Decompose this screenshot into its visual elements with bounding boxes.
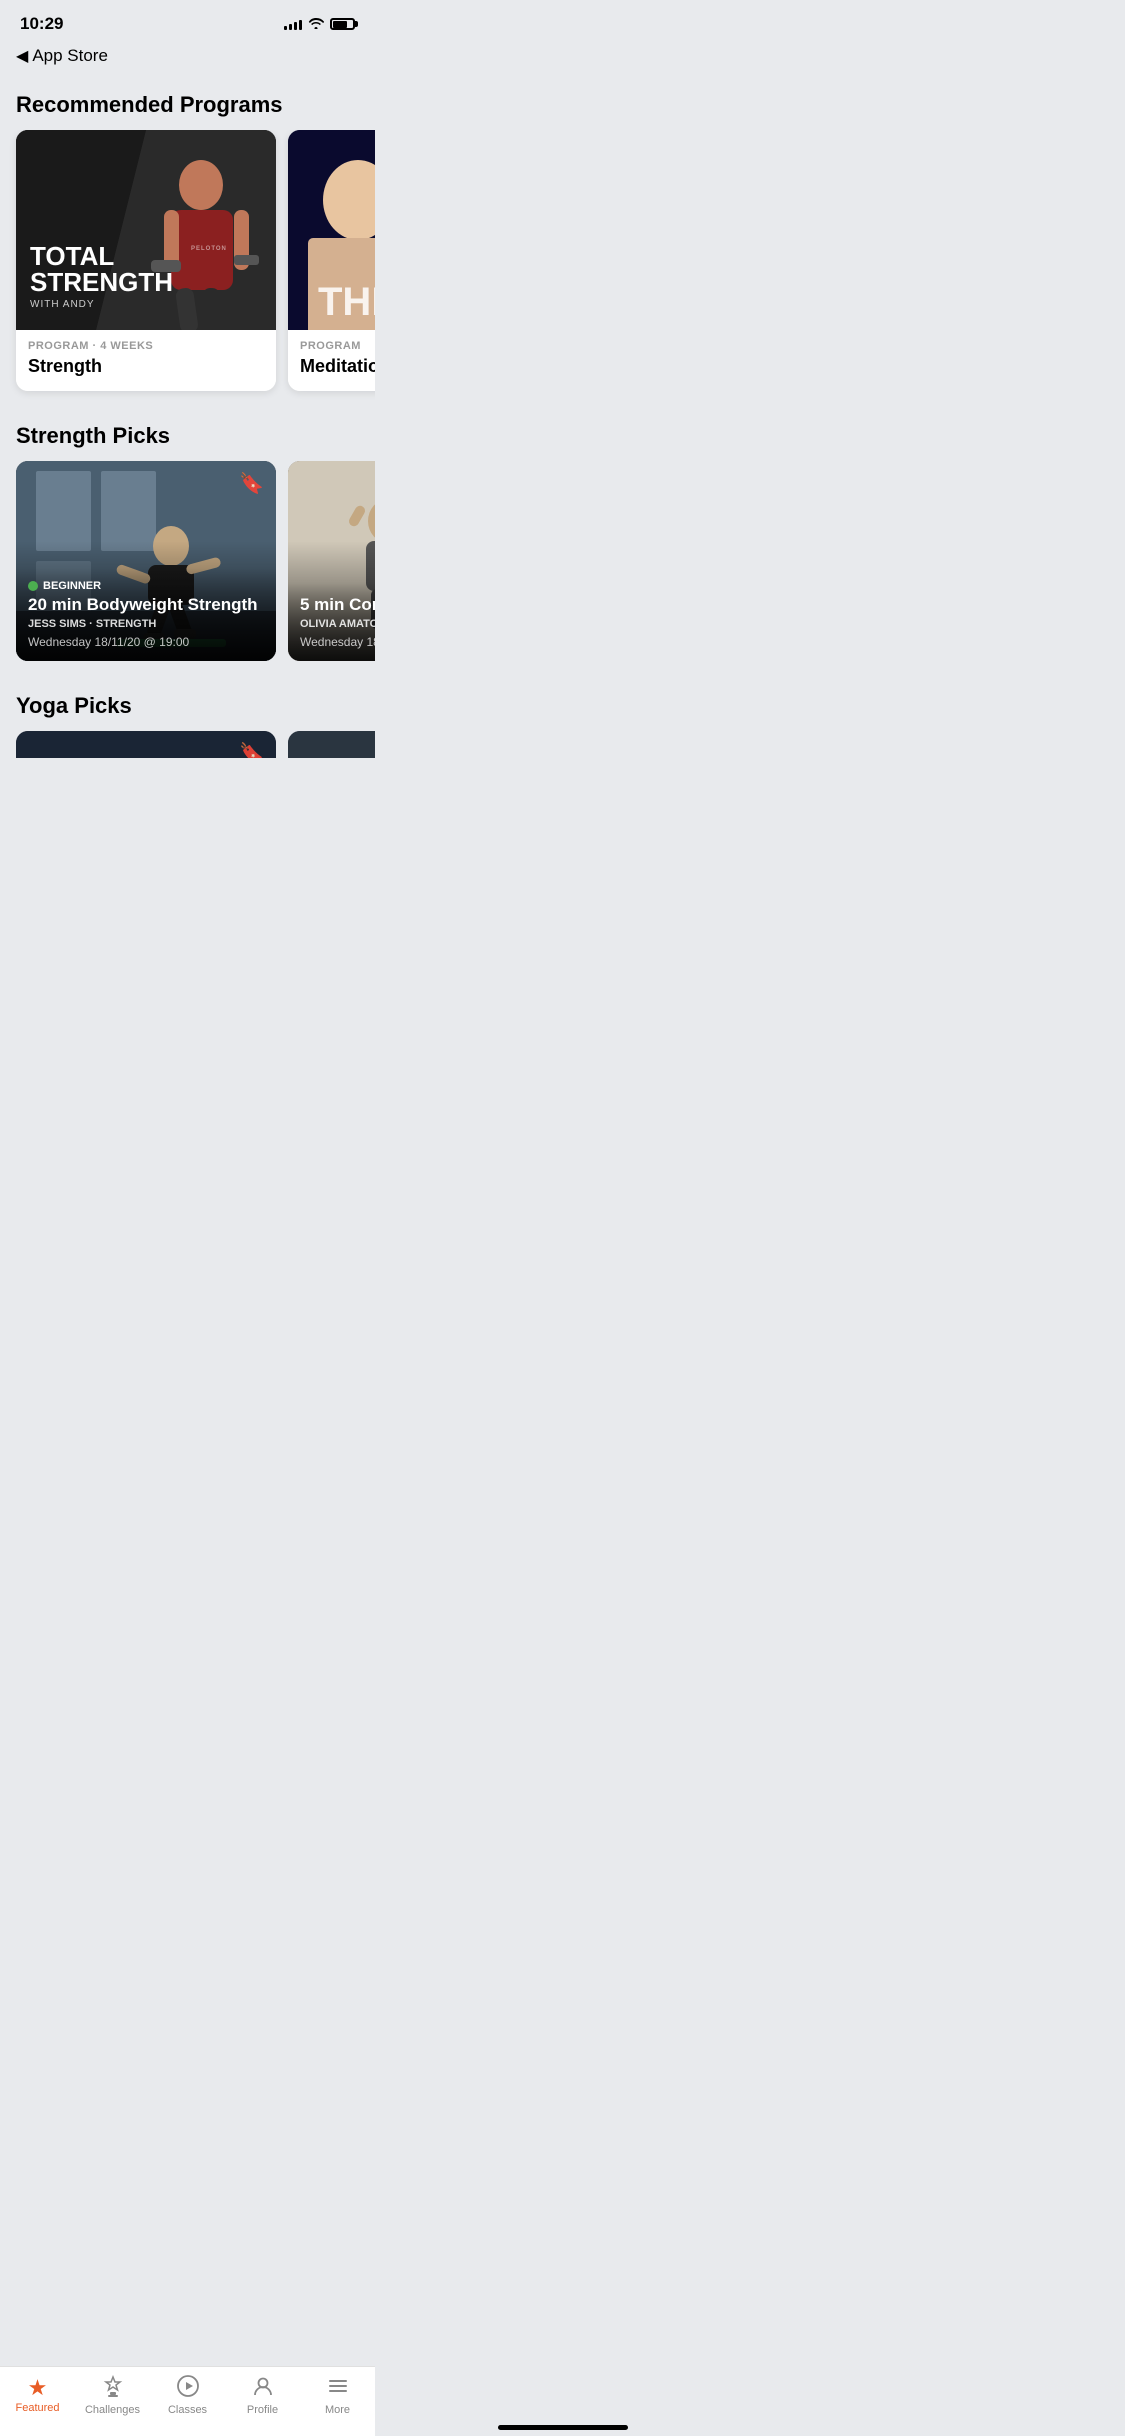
tab-classes[interactable]: Classes — [158, 2375, 218, 2416]
status-bar: 10:29 — [0, 0, 375, 40]
back-label: App Store — [32, 46, 108, 66]
battery-icon — [330, 18, 355, 30]
program-meta-meditation: PROGRAM — [300, 340, 375, 352]
recommended-programs-row: PELOTON TOTAL STRENGTH — [0, 130, 375, 407]
program-card-meditation[interactable]: THE PO PROGRAM Meditation — [288, 130, 375, 391]
home-indicator — [498, 2425, 628, 2430]
ts-text-block: TOTAL STRENGTH WITH ANDY — [30, 243, 173, 310]
signal-icon — [284, 18, 302, 30]
recommended-programs-section: Recommended Programs PELOTON — [0, 76, 375, 407]
strength-picks-section: Strength Picks — [0, 407, 375, 677]
profile-icon — [252, 2375, 274, 2401]
challenges-icon — [102, 2375, 124, 2401]
classes-icon — [177, 2375, 199, 2401]
svg-text:THE PO: THE PO — [318, 280, 375, 324]
workout-title-core: 5 min Core — [300, 595, 375, 615]
ts-title-line2: STRENGTH — [30, 269, 173, 295]
yoga-bg-restorative — [288, 731, 375, 758]
tab-profile[interactable]: Profile — [233, 2375, 293, 2416]
workout-level-bodyweight: BEGINNER — [28, 580, 264, 592]
workout-instructor-bodyweight: JESS SIMS · STRENGTH — [28, 618, 264, 630]
yoga-picks-row: 🔖 10 min Standing Yoga CHELSEA JACKSON R… — [0, 731, 375, 758]
workout-card-core[interactable]: 5 min Core OLIVIA AMATO Wednesday 18/ — [288, 461, 375, 661]
level-dot — [28, 581, 38, 591]
more-icon — [327, 2375, 349, 2401]
scroll-content: Recommended Programs PELOTON — [0, 76, 375, 758]
yoga-picks-section: Yoga Picks — [0, 677, 375, 758]
program-name-total-strength: Strength — [28, 356, 264, 377]
recommended-programs-title: Recommended Programs — [0, 76, 375, 130]
program-name-meditation: Meditation — [300, 356, 375, 377]
yoga-card-standing[interactable]: 🔖 10 min Standing Yoga CHELSEA JACKSON R… — [16, 731, 276, 758]
wifi-icon — [308, 17, 324, 32]
bookmark-icon-yoga-standing[interactable]: 🔖 — [239, 741, 264, 758]
strength-picks-title: Strength Picks — [0, 407, 375, 461]
workout-card-bodyweight[interactable]: 🔖 BEGINNER 20 min Bodyweight Strength JE… — [16, 461, 276, 661]
tab-classes-label: Classes — [168, 2404, 207, 2416]
workout-time-bodyweight: Wednesday 18/11/20 @ 19:00 — [28, 635, 264, 649]
tab-profile-label: Profile — [247, 2404, 278, 2416]
nav-back[interactable]: ◀ App Store — [0, 40, 375, 76]
program-card-image-meditation: THE PO — [288, 130, 375, 330]
tab-more-label: More — [325, 2404, 350, 2416]
tab-featured[interactable]: ★ Featured — [8, 2377, 68, 2414]
yoga-picks-title: Yoga Picks — [0, 677, 375, 731]
workout-title-bodyweight: 20 min Bodyweight Strength — [28, 595, 264, 615]
strength-picks-row: 🔖 BEGINNER 20 min Bodyweight Strength JE… — [0, 461, 375, 677]
featured-icon: ★ — [28, 2377, 48, 2399]
yoga-card-restorative[interactable]: 10 min Rest DENIS MORTON Wednesday 18/ — [288, 731, 375, 758]
tab-challenges[interactable]: Challenges — [83, 2375, 143, 2416]
tab-bar: ★ Featured Challenges Classes — [0, 2366, 375, 2436]
workout-info-core: 5 min Core OLIVIA AMATO Wednesday 18/ — [288, 583, 375, 661]
status-icons — [284, 17, 355, 32]
program-card-info-meditation: PROGRAM Meditation — [288, 330, 375, 391]
ts-subtitle: WITH ANDY — [30, 299, 173, 310]
bookmark-icon-bodyweight[interactable]: 🔖 — [239, 471, 264, 496]
program-card-total-strength[interactable]: PELOTON TOTAL STRENGTH — [16, 130, 276, 391]
status-time: 10:29 — [20, 14, 63, 34]
back-arrow-icon: ◀ — [16, 46, 28, 66]
workout-instructor-core: OLIVIA AMATO — [300, 618, 375, 630]
ts-title-line1: TOTAL — [30, 243, 173, 269]
yoga-bg-standing — [16, 731, 276, 758]
program-card-image-total-strength: PELOTON TOTAL STRENGTH — [16, 130, 276, 330]
workout-time-core: Wednesday 18/ — [300, 635, 375, 649]
workout-info-bodyweight: BEGINNER 20 min Bodyweight Strength JESS… — [16, 568, 276, 661]
tab-challenges-label: Challenges — [85, 2404, 140, 2416]
tab-featured-label: Featured — [15, 2402, 59, 2414]
svg-text:PELOTON: PELOTON — [191, 246, 227, 252]
tab-more[interactable]: More — [308, 2375, 368, 2416]
program-meta-total-strength: PROGRAM · 4 WEEKS — [28, 340, 264, 352]
program-card-info-total-strength: PROGRAM · 4 WEEKS Strength — [16, 330, 276, 391]
